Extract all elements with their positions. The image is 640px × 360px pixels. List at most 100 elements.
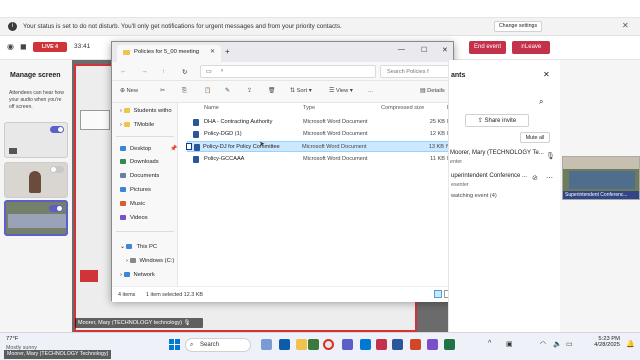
- app-icon-purple[interactable]: [427, 339, 438, 350]
- room-toggle[interactable]: [49, 205, 63, 212]
- file-type: Microsoft Word Document: [303, 131, 368, 137]
- new-tab-icon[interactable]: +: [225, 47, 230, 56]
- search-input[interactable]: Search Policies f: [380, 65, 452, 78]
- end-event-button[interactable]: End event: [469, 41, 506, 54]
- tray-chevron-icon[interactable]: ^: [488, 340, 491, 347]
- screen-thumbnail[interactable]: [4, 122, 68, 158]
- network-icon: [123, 272, 130, 277]
- room-wall: [563, 157, 639, 169]
- details-view-icon[interactable]: [434, 290, 442, 298]
- checkbox[interactable]: [186, 143, 192, 150]
- forward-icon[interactable]: →: [141, 68, 148, 75]
- nav-item-pictures[interactable]: Pictures: [120, 187, 151, 193]
- record-icon[interactable]: ◉: [7, 42, 14, 51]
- app-icon-red[interactable]: [376, 339, 387, 350]
- teams-icon[interactable]: [342, 339, 353, 350]
- leave-button[interactable]: Leave: [512, 41, 550, 54]
- delete-icon[interactable]: 🗑: [268, 88, 275, 94]
- app-icon-weather[interactable]: [261, 339, 272, 350]
- share-icon: ⇪: [477, 118, 485, 124]
- screen-toggle[interactable]: [50, 126, 64, 133]
- column-size[interactable]: Compressed size: [381, 105, 424, 111]
- word-icon[interactable]: [392, 339, 403, 350]
- chevron-right-icon: ›: [221, 68, 223, 74]
- stop-icon[interactable]: ◼: [20, 42, 27, 51]
- nav-item-desktop[interactable]: Desktop 📌: [120, 146, 177, 152]
- volume-icon[interactable]: 🔈: [553, 340, 562, 348]
- mic-icon[interactable]: 🎙: [546, 152, 555, 160]
- rename-icon[interactable]: ✎: [225, 88, 230, 94]
- file-explorer-window: Policies for 5_00 meeting ✕ + — ☐ ✕ ← → …: [111, 41, 455, 302]
- weather-temp[interactable]: 77°F: [6, 336, 18, 342]
- participant-video-tile[interactable]: Superintendent Conferenc...: [562, 156, 640, 200]
- address-input[interactable]: ▭ ›: [200, 65, 376, 78]
- nav-item-students[interactable]: › Students witho: [120, 108, 172, 114]
- excel-icon[interactable]: [444, 339, 455, 350]
- nav-item-this-pc[interactable]: ⌄ This PC: [120, 244, 157, 250]
- close-icon[interactable]: ✕: [622, 21, 629, 30]
- close-panel-icon[interactable]: ✕: [543, 70, 550, 79]
- more-options-icon[interactable]: ⋯: [546, 174, 553, 182]
- mute-all-button[interactable]: Mute all: [520, 132, 550, 143]
- dnd-banner: i Your status is set to do not disturb. …: [0, 18, 640, 36]
- windows-start-icon[interactable]: [169, 339, 180, 350]
- room-thumbnail[interactable]: [4, 200, 68, 236]
- nav-item-network[interactable]: › Network: [120, 272, 155, 278]
- app-icon-taskview[interactable]: [279, 339, 290, 350]
- notification-bell-icon[interactable]: 🔔: [626, 340, 635, 348]
- mute-mic-icon[interactable]: ⊘: [532, 174, 538, 182]
- back-icon[interactable]: ←: [120, 68, 127, 75]
- powerpoint-icon[interactable]: [410, 339, 421, 350]
- up-icon[interactable]: ↑: [162, 68, 165, 75]
- nav-label: Music: [130, 201, 146, 207]
- details-button[interactable]: ▤ Details: [420, 88, 445, 94]
- command-bar: ⊕ New ✂ ⎘ 📋 ✎ ⇪ 🗑 ⇅ Sort ▾ ☰ View ▾ ... …: [112, 81, 453, 103]
- refresh-icon[interactable]: ↻: [182, 68, 187, 76]
- nav-item-windows-c[interactable]: › Windows (C:): [126, 258, 174, 264]
- nav-label: Students witho: [133, 108, 172, 114]
- change-settings-button[interactable]: Change settings: [494, 21, 542, 32]
- videos-icon: [120, 215, 126, 220]
- nav-item-tmobile[interactable]: › TMobile: [120, 122, 154, 128]
- file-row[interactable]: Policy-DGD (1) Microsoft Word Document 1…: [189, 129, 454, 140]
- cut-icon[interactable]: ✂: [160, 88, 165, 94]
- battery-icon[interactable]: ▭: [566, 340, 573, 348]
- search-icon[interactable]: ⌕: [539, 97, 543, 107]
- outlook-icon[interactable]: [360, 339, 371, 350]
- chrome-icon[interactable]: [323, 339, 334, 350]
- tray-app-icon[interactable]: ▣: [506, 340, 513, 348]
- view-button[interactable]: ☰ View ▾: [329, 88, 353, 94]
- room-scene: [8, 214, 66, 228]
- share-icon[interactable]: ⇪: [247, 88, 252, 94]
- taskbar-search[interactable]: ⌕ Search: [185, 338, 251, 352]
- nav-item-downloads[interactable]: Downloads: [120, 159, 159, 165]
- window-close-icon[interactable]: ✕: [442, 46, 448, 54]
- drive-icon: [129, 258, 136, 263]
- wifi-icon[interactable]: ◠: [540, 340, 546, 348]
- file-row[interactable]: DHA - Contracting Authority Microsoft Wo…: [189, 117, 454, 128]
- app-icon-store[interactable]: [308, 339, 319, 350]
- nav-item-documents[interactable]: Documents: [120, 173, 159, 179]
- minimize-icon[interactable]: —: [398, 46, 405, 53]
- tab-close-icon[interactable]: ✕: [210, 48, 215, 55]
- more-button[interactable]: ...: [368, 88, 373, 94]
- camera-toggle[interactable]: [50, 166, 64, 173]
- maximize-icon[interactable]: ☐: [421, 46, 427, 54]
- sort-button[interactable]: ⇅ Sort ▾: [290, 88, 312, 94]
- paste-icon[interactable]: 📋: [204, 88, 211, 94]
- mouse-cursor-icon: ➤: [259, 141, 265, 148]
- file-row-selected[interactable]: Policy-DJ for Policy Committee Microsoft…: [186, 141, 453, 152]
- nav-item-videos[interactable]: Videos: [120, 215, 148, 221]
- column-name[interactable]: Name: [204, 105, 219, 111]
- nav-item-music[interactable]: Music: [120, 201, 145, 207]
- new-button[interactable]: ⊕ New: [120, 88, 138, 94]
- camera-thumbnail[interactable]: [4, 162, 68, 198]
- copy-icon[interactable]: ⎘: [182, 88, 187, 95]
- share-invite-button[interactable]: ⇪ Share invite: [465, 114, 529, 127]
- participant-name: uperintendent Conference ...: [451, 173, 528, 179]
- column-type[interactable]: Type: [303, 105, 315, 111]
- explorer-tab[interactable]: Policies for 5_00 meeting ✕: [117, 45, 221, 62]
- file-row[interactable]: Policy-GCCAAA Microsoft Word Document 11…: [189, 154, 454, 165]
- app-icon-explorer[interactable]: [296, 339, 307, 350]
- taskbar-clock[interactable]: 5:23 PM 4/28/2025: [580, 336, 620, 348]
